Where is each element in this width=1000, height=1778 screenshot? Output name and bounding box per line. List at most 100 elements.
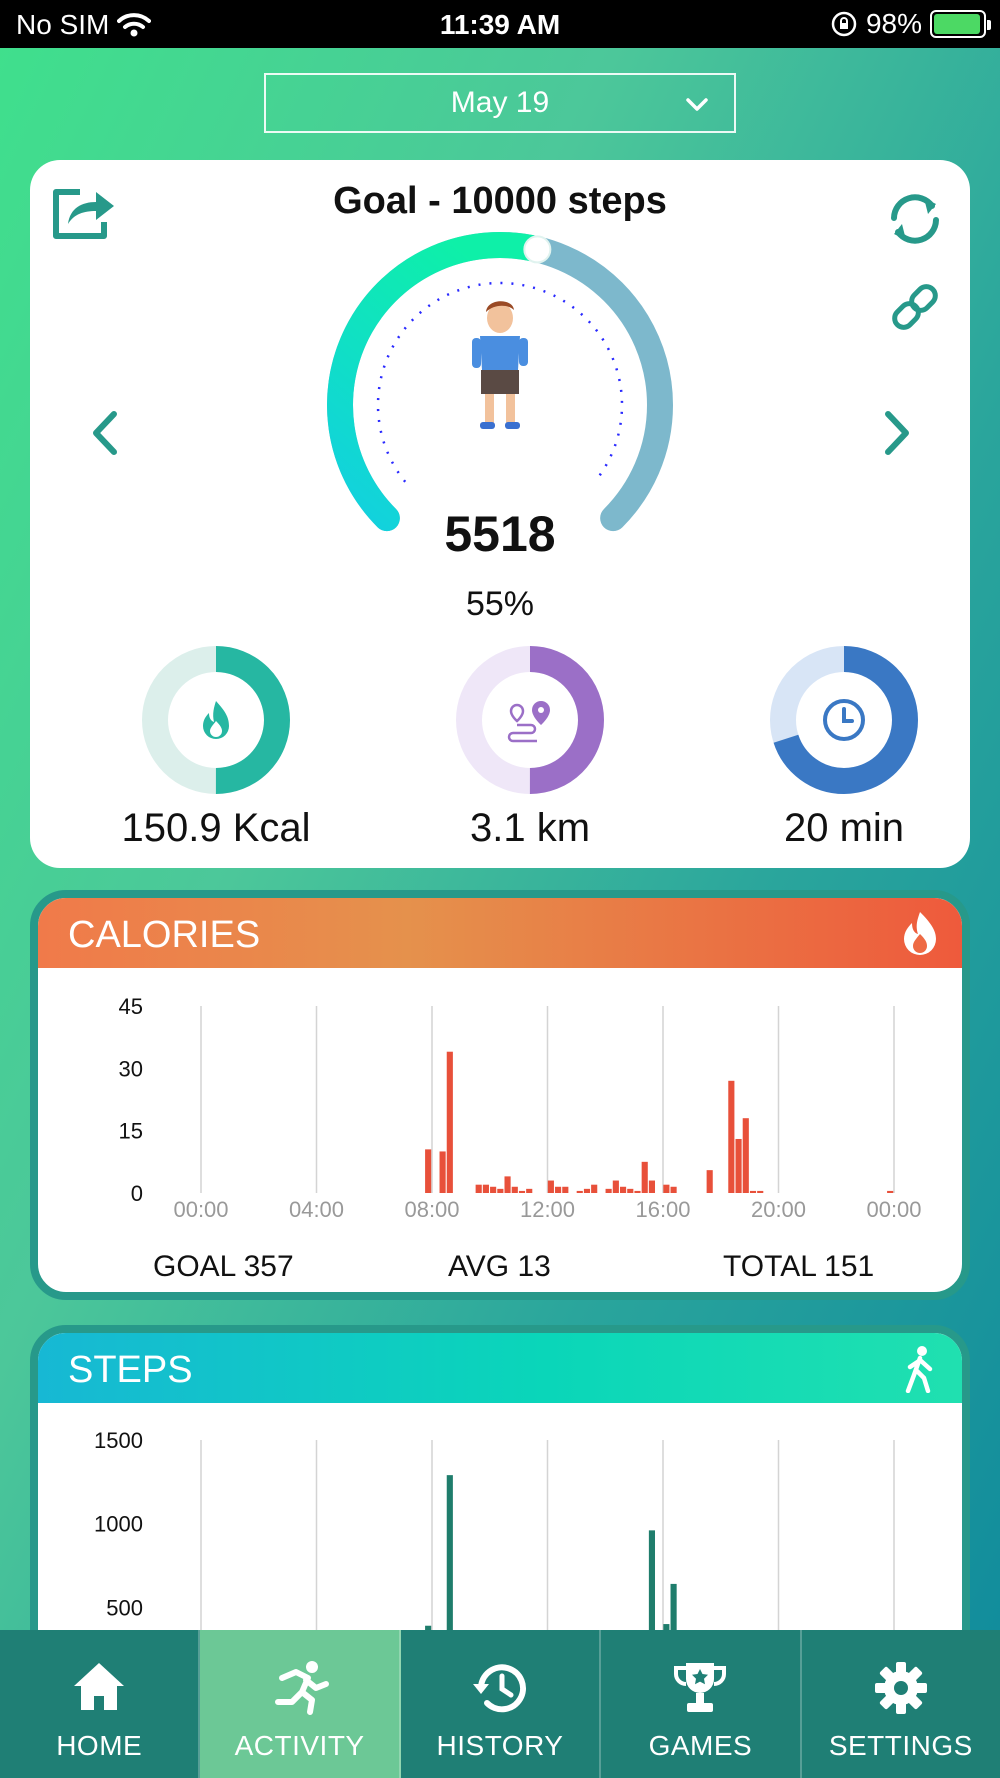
bar: [446, 1051, 453, 1193]
battery-percent: 98%: [865, 8, 922, 39]
bar: [757, 1190, 764, 1193]
bar: [555, 1186, 562, 1193]
step-count: 5518: [444, 506, 556, 562]
bar: [583, 1188, 591, 1193]
calories-header: CALORIES: [38, 898, 962, 968]
tab-settings-label: SETTINGS: [828, 1730, 973, 1761]
bar: [439, 1151, 446, 1193]
duration-value: 20 min: [783, 806, 905, 850]
calories-total: TOTAL 151: [723, 1250, 875, 1283]
distance-ring: [456, 646, 604, 794]
bar: [887, 1190, 894, 1193]
previous-day-button[interactable]: [86, 408, 126, 458]
bar: [706, 1170, 713, 1193]
calories-ring: [142, 646, 290, 794]
bar: [591, 1184, 598, 1193]
date-selector[interactable]: May 19: [264, 73, 736, 133]
calories-stat: 150.9 Kcal: [96, 645, 336, 851]
running-icon: [274, 1661, 329, 1715]
tab-games[interactable]: GAMES: [601, 1630, 802, 1778]
bar: [663, 1184, 670, 1193]
x-tick-label: 04:00: [289, 1197, 344, 1222]
bar: [526, 1188, 533, 1193]
goal-card: Goal - 10000 steps 5518 55% 150.9 Kcal 3…: [30, 160, 970, 868]
tab-home[interactable]: HOME: [0, 1630, 201, 1778]
bar: [425, 1149, 432, 1193]
bar: [547, 1180, 554, 1193]
bar: [562, 1186, 569, 1193]
duration-ring: [770, 646, 918, 794]
tab-history[interactable]: HISTORY: [401, 1630, 602, 1778]
rotation-lock-icon: [831, 11, 857, 37]
bar: [742, 1118, 749, 1193]
bar: [648, 1180, 656, 1193]
battery-icon: [930, 10, 991, 38]
route-icon: [507, 701, 550, 743]
flame-icon: [904, 912, 936, 955]
x-tick-label: 00:00: [173, 1197, 228, 1222]
y-tick-label: 15: [119, 1119, 143, 1144]
gear-icon: [874, 1662, 927, 1714]
tab-activity[interactable]: ACTIVITY: [200, 1630, 401, 1778]
bar: [612, 1180, 619, 1193]
trophy-icon: [674, 1663, 727, 1712]
flame-icon: [203, 701, 229, 739]
bar: [475, 1184, 482, 1193]
link-icon[interactable]: [886, 278, 944, 336]
bar: [497, 1188, 504, 1193]
y-tick-label: 1500: [94, 1428, 143, 1453]
bar: [728, 1080, 735, 1193]
step-percent: 55%: [465, 585, 535, 623]
status-right: 98%: [830, 8, 991, 40]
calories-goal: GOAL 357: [153, 1250, 294, 1283]
bar: [735, 1138, 742, 1193]
bar: [670, 1186, 677, 1193]
bar: [482, 1184, 489, 1193]
calories-panel: CALORIES 00:00 04:00 08:00 12:00 16:00 20:00 0…: [30, 890, 970, 1300]
duration-stat: 20 min: [724, 645, 964, 851]
bar: [641, 1161, 648, 1193]
date-value: May 19: [450, 86, 550, 119]
bar: [576, 1190, 583, 1193]
bar: [627, 1188, 634, 1193]
status-bar: No SIM 11:39 AM 98%: [0, 0, 1000, 48]
tab-bar: HOME ACTIVITY HISTORY GAMES SETTINGS: [0, 1630, 1000, 1778]
calories-chart: 00:00 04:00 08:00 12:00 16:00 20:00 00:00 0 15 30…: [119, 994, 922, 1222]
bar: [619, 1186, 627, 1193]
y-tick-label: 45: [119, 994, 143, 1019]
next-day-button[interactable]: [876, 408, 916, 458]
bar: [518, 1190, 526, 1193]
tab-activity-label: ACTIVITY: [234, 1730, 365, 1761]
calories-title: CALORIES: [68, 914, 261, 956]
x-tick-label: 20:00: [751, 1197, 806, 1222]
calories-value: 150.9 Kcal: [121, 806, 311, 850]
y-tick-label: 0: [131, 1181, 143, 1206]
home-icon: [74, 1663, 125, 1710]
tab-games-label: GAMES: [648, 1730, 753, 1761]
steps-title: STEPS: [68, 1349, 193, 1391]
tab-history-label: HISTORY: [436, 1730, 564, 1761]
walking-person-icon: [472, 301, 528, 429]
tab-settings[interactable]: SETTINGS: [802, 1630, 1000, 1778]
bar: [490, 1186, 497, 1193]
x-tick-label: 12:00: [520, 1197, 575, 1222]
bar: [749, 1190, 757, 1193]
y-tick-label: 500: [106, 1595, 143, 1620]
bar: [605, 1188, 612, 1193]
chevron-down-icon: [686, 98, 708, 111]
history-icon: [473, 1664, 526, 1713]
bar: [634, 1190, 641, 1193]
y-tick-label: 1000: [94, 1512, 143, 1537]
x-tick-label: 00:00: [866, 1197, 921, 1222]
calories-average: AVG 13: [448, 1250, 551, 1283]
x-tick-label: 16:00: [635, 1197, 690, 1222]
walking-icon: [905, 1346, 933, 1393]
sync-icon[interactable]: [884, 188, 946, 250]
y-tick-label: 30: [119, 1056, 143, 1081]
bar: [511, 1186, 518, 1193]
x-tick-label: 08:00: [404, 1197, 459, 1222]
distance-stat: 3.1 km: [410, 645, 650, 851]
tab-home-label: HOME: [56, 1730, 143, 1761]
bar: [504, 1176, 511, 1193]
clock-icon: [823, 699, 865, 741]
